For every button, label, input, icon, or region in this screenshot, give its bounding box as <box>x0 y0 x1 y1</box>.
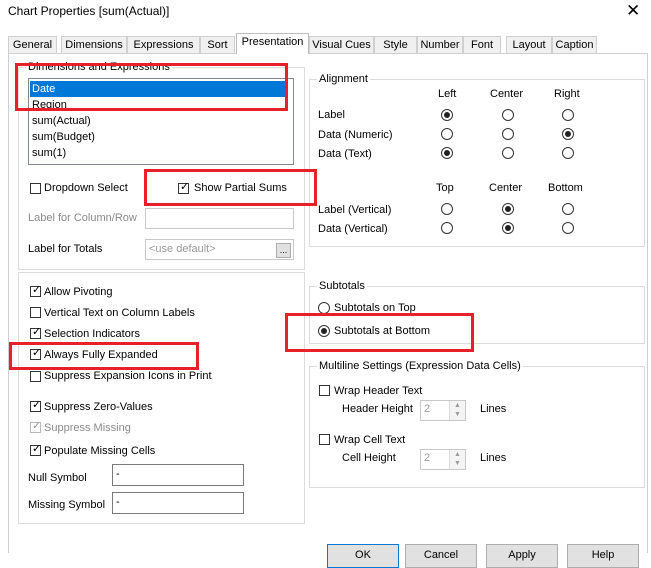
valign-header-top: Top <box>436 182 454 194</box>
close-icon[interactable]: ✕ <box>626 1 640 21</box>
header-height-unit: Lines <box>480 403 507 415</box>
dropdown-select-label: Dropdown Select <box>44 182 128 194</box>
align-label-left-radio[interactable] <box>441 109 453 121</box>
list-item-sum-1[interactable]: sum(1) <box>30 145 66 161</box>
tab-general[interactable]: General <box>8 36 57 53</box>
list-item-sum-actual[interactable]: sum(Actual) <box>30 113 91 129</box>
allow-pivoting-checkbox[interactable]: ✓ <box>30 284 41 297</box>
valign-data-bottom-radio[interactable] <box>562 222 574 234</box>
valign-label-center-radio[interactable] <box>502 203 514 215</box>
align-row-data-numeric: Data (Numeric) <box>318 129 393 141</box>
cell-height-stepper[interactable]: 2 ▲ ▼ <box>420 449 466 470</box>
tab-expressions[interactable]: Expressions <box>127 36 200 53</box>
populate-missing-cells-label: Populate Missing Cells <box>44 445 156 457</box>
valign-header-bottom: Bottom <box>548 182 583 194</box>
vertical-text-checkbox[interactable] <box>30 307 41 318</box>
align-row-data-text: Data (Text) <box>318 148 372 160</box>
tab-sort[interactable]: Sort <box>200 36 235 53</box>
align-numeric-left-radio[interactable] <box>441 128 453 140</box>
ok-button[interactable]: OK <box>327 544 399 568</box>
tab-presentation[interactable]: Presentation <box>236 33 309 54</box>
allow-pivoting-label: Allow Pivoting <box>44 286 113 298</box>
align-header-right: Right <box>554 88 580 100</box>
valign-data-center-radio[interactable] <box>502 222 514 234</box>
apply-button[interactable]: Apply <box>486 544 558 568</box>
tab-dimensions[interactable]: Dimensions <box>61 36 127 53</box>
align-label-center-radio[interactable] <box>502 109 514 121</box>
valign-data-top-radio[interactable] <box>441 222 453 234</box>
align-numeric-right-radio[interactable] <box>562 128 574 140</box>
highlight-box-partial-sums <box>144 169 317 206</box>
tab-layout[interactable]: Layout <box>506 36 552 53</box>
list-item-sum-budget[interactable]: sum(Budget) <box>30 129 95 145</box>
header-height-value: 2 <box>424 403 431 415</box>
valign-label-top-radio[interactable] <box>441 203 453 215</box>
spin-down-icon[interactable]: ▼ <box>454 411 461 418</box>
label-totals-input[interactable]: <use default> <box>145 239 294 260</box>
tab-style[interactable]: Style <box>374 36 417 53</box>
help-button[interactable]: Help <box>567 544 639 568</box>
suppress-expansion-icons-checkbox[interactable] <box>30 371 41 382</box>
suppress-zero-values-label: Suppress Zero-Values <box>44 401 153 413</box>
label-col-row-label: Label for Column/Row <box>28 212 137 224</box>
vertical-text-label: Vertical Text on Column Labels <box>44 307 195 319</box>
valign-header-center: Center <box>489 182 523 194</box>
null-symbol-input[interactable]: - <box>112 464 244 486</box>
tab-font[interactable]: Font <box>463 36 501 53</box>
wrap-header-checkbox[interactable] <box>319 385 330 396</box>
label-totals-label: Label for Totals <box>28 243 103 255</box>
highlight-box-subtotals-bottom <box>285 313 474 352</box>
label-totals-browse-button[interactable]: ... <box>276 243 291 258</box>
valign-row-label: Label (Vertical) <box>318 204 392 216</box>
tab-visual-cues[interactable]: Visual Cues <box>309 36 374 53</box>
wrap-header-label: Wrap Header Text <box>334 385 423 397</box>
missing-symbol-label: Missing Symbol <box>28 499 106 511</box>
align-header-center: Center <box>490 88 524 100</box>
window-title: Chart Properties [sum(Actual)] <box>8 4 170 18</box>
cancel-button[interactable]: Cancel <box>405 544 477 568</box>
header-height-stepper[interactable]: 2 ▲ ▼ <box>420 400 466 421</box>
highlight-box-always-expanded <box>9 342 199 370</box>
selection-indicators-label: Selection Indicators <box>44 328 140 340</box>
spin-down-icon[interactable]: ▼ <box>454 460 461 467</box>
align-text-left-radio[interactable] <box>441 147 453 159</box>
align-label-right-radio[interactable] <box>562 109 574 121</box>
suppress-zero-values-checkbox[interactable]: ✓ <box>30 399 41 412</box>
suppress-expansion-icons-label: Suppress Expansion Icons in Print <box>44 370 212 382</box>
missing-symbol-input[interactable]: - <box>112 492 244 514</box>
subtotals-title: Subtotals <box>317 280 367 292</box>
selection-indicators-checkbox[interactable]: ✓ <box>30 326 41 339</box>
suppress-missing-label: Suppress Missing <box>44 422 131 434</box>
header-height-label: Header Height <box>342 403 413 415</box>
valign-label-bottom-radio[interactable] <box>562 203 574 215</box>
tab-caption[interactable]: Caption <box>552 36 597 53</box>
wrap-cell-label: Wrap Cell Text <box>334 434 406 446</box>
align-text-center-radio[interactable] <box>502 147 514 159</box>
multiline-title: Multiline Settings (Expression Data Cell… <box>317 360 523 372</box>
label-col-row-input[interactable] <box>145 208 294 229</box>
align-numeric-center-radio[interactable] <box>502 128 514 140</box>
valign-row-data: Data (Vertical) <box>318 223 388 235</box>
null-symbol-label: Null Symbol <box>28 472 87 484</box>
cell-height-unit: Lines <box>480 452 507 464</box>
spin-up-icon[interactable]: ▲ <box>454 451 461 458</box>
align-text-right-radio[interactable] <box>562 147 574 159</box>
wrap-cell-checkbox[interactable] <box>319 434 330 445</box>
align-row-label: Label <box>318 109 345 121</box>
cell-height-label: Cell Height <box>342 452 396 464</box>
suppress-missing-checkbox[interactable]: ✓ <box>30 420 41 433</box>
dropdown-select-checkbox[interactable] <box>30 183 41 194</box>
alignment-group <box>309 79 645 247</box>
alignment-title: Alignment <box>317 73 370 85</box>
tab-number[interactable]: Number <box>417 36 463 53</box>
highlight-box-dimensions <box>15 63 288 111</box>
cell-height-value: 2 <box>424 452 431 464</box>
populate-missing-cells-checkbox[interactable]: ✓ <box>30 443 41 456</box>
spin-up-icon[interactable]: ▲ <box>454 402 461 409</box>
align-header-left: Left <box>438 88 457 100</box>
